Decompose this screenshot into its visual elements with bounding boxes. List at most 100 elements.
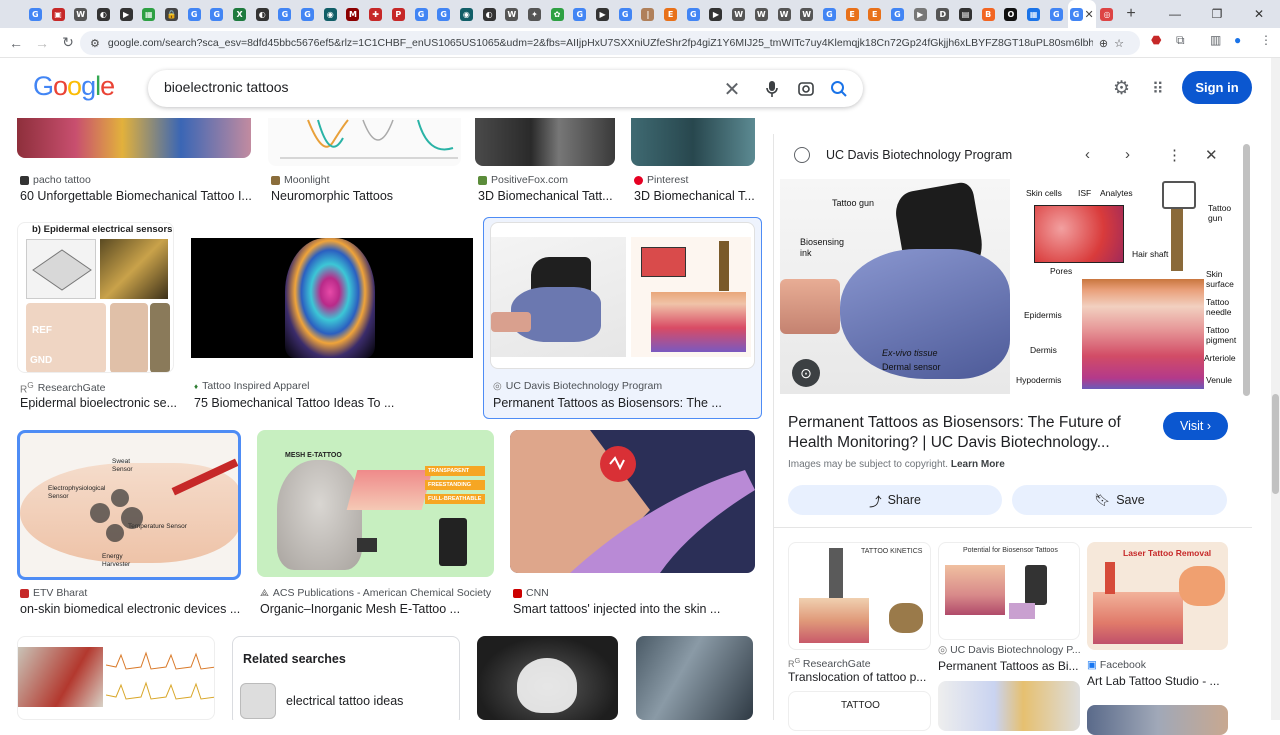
side-panel-icon[interactable]: ▥	[1210, 33, 1221, 47]
browser-tab[interactable]: G	[682, 0, 705, 28]
browser-tab[interactable]: E	[659, 0, 682, 28]
browser-tab[interactable]: W	[795, 0, 818, 28]
clear-search-icon[interactable]: ✕	[721, 78, 743, 101]
browser-tab[interactable]: P	[387, 0, 410, 28]
browser-tab[interactable]: |	[637, 0, 660, 28]
next-image-icon[interactable]: ›	[1125, 146, 1130, 163]
result-title[interactable]: 60 Unforgettable Biomechanical Tattoo I.…	[20, 189, 252, 203]
bookmark-star-icon[interactable]: ☆	[1114, 37, 1124, 50]
result-title[interactable]: 3D Biomechanical Tatt...	[478, 189, 613, 203]
browser-tab[interactable]: E	[863, 0, 886, 28]
result-thumbnail[interactable]: Sweat Sensor Electrophysiological Sensor…	[17, 430, 241, 580]
browser-tab[interactable]: M	[342, 0, 365, 28]
result-title[interactable]: Organic–Inorganic Mesh E-Tattoo ...	[260, 602, 460, 616]
result-title[interactable]: Epidermal bioelectronic se...	[20, 396, 177, 410]
settings-gear-icon[interactable]: ⚙	[1113, 77, 1130, 100]
result-thumbnail[interactable]: b) Epidermal electrical sensors REF GND	[17, 222, 174, 373]
adblock-extension-icon[interactable]: ⬣	[1151, 33, 1161, 47]
related-thumbnail[interactable]	[1087, 705, 1228, 735]
reload-icon[interactable]: ↻	[56, 34, 80, 51]
result-thumbnail[interactable]	[510, 430, 755, 573]
browser-tab[interactable]: G	[886, 0, 909, 28]
apps-grid-icon[interactable]: ⠿	[1152, 79, 1164, 99]
result-thumbnail[interactable]	[17, 636, 215, 720]
result-title[interactable]: Neuromorphic Tattoos	[271, 189, 393, 203]
page-scrollbar[interactable]	[1271, 58, 1280, 720]
browser-tab[interactable]: G	[818, 0, 841, 28]
close-panel-icon[interactable]: ✕	[1205, 146, 1218, 164]
previous-image-icon[interactable]: ‹	[1085, 146, 1090, 163]
browser-tab[interactable]: W	[727, 0, 750, 28]
browser-tab[interactable]: G	[296, 0, 319, 28]
browser-tab[interactable]: O	[1000, 0, 1023, 28]
browser-tab[interactable]: ▦	[1022, 0, 1045, 28]
panel-result-title[interactable]: Permanent Tattoos as Biosensors: The Fut…	[788, 413, 1128, 453]
browser-menu-icon[interactable]: ⋮	[1260, 33, 1272, 47]
browser-tab[interactable]: ◉	[319, 0, 342, 28]
browser-tab[interactable]: D	[932, 0, 955, 28]
result-title[interactable]: 3D Biomechanical T...	[634, 189, 755, 203]
result-title[interactable]: 75 Biomechanical Tattoo Ideas To ...	[194, 396, 394, 410]
related-thumbnail[interactable]	[938, 681, 1080, 731]
browser-tab[interactable]: ✿	[546, 0, 569, 28]
browser-tab[interactable]: G	[183, 0, 206, 28]
result-thumbnail[interactable]	[268, 118, 461, 166]
site-info-icon[interactable]: ⚙	[90, 37, 100, 50]
result-thumbnail[interactable]: MESH E-TATTOO TRANSPARENT FREESTANDING F…	[257, 430, 494, 577]
learn-more-link[interactable]: Learn More	[951, 459, 1005, 470]
browser-tab[interactable]: ▶	[591, 0, 614, 28]
related-thumbnail[interactable]: Potential for Biosensor Tattoos	[938, 542, 1080, 640]
related-title[interactable]: Permanent Tattoos as Bi...	[938, 659, 1079, 673]
related-thumbnail[interactable]: TATTOO KINETICS	[788, 542, 931, 650]
browser-tab[interactable]: W	[750, 0, 773, 28]
browser-tab[interactable]: ▣	[47, 0, 70, 28]
search-icon[interactable]	[828, 78, 850, 100]
more-options-icon[interactable]: ⋮	[1167, 146, 1182, 164]
profile-icon[interactable]: ●	[1234, 33, 1241, 47]
page-scrollbar-thumb[interactable]	[1272, 394, 1279, 494]
back-icon[interactable]: ←	[4, 35, 28, 51]
browser-tab[interactable]: G	[24, 0, 47, 28]
related-thumbnail[interactable]: Laser Tattoo Removal	[1087, 542, 1228, 650]
browser-tab[interactable]: G	[410, 0, 433, 28]
browser-tab[interactable]: ◐	[251, 0, 274, 28]
extensions-icon[interactable]: ⧉	[1176, 33, 1185, 48]
browser-tab[interactable]: ◐	[478, 0, 501, 28]
save-button[interactable]: 🔖︎ Save	[1012, 485, 1227, 515]
related-title[interactable]: Translocation of tattoo p...	[788, 670, 926, 684]
omnibox[interactable]: ⚙ google.com/search?sca_esv=8dfd45bbc567…	[80, 31, 1140, 55]
panel-hero-image[interactable]: ⊙ Tattoo gun Biosensing ink Ex-vivo tiss…	[780, 179, 1242, 394]
result-thumbnail[interactable]	[636, 636, 753, 720]
result-thumbnail[interactable]	[475, 118, 615, 166]
browser-tab[interactable]: ▦	[137, 0, 160, 28]
browser-tab[interactable]: B	[977, 0, 1000, 28]
browser-tab[interactable]: W	[69, 0, 92, 28]
search-input[interactable]: bioelectronic tattoos	[164, 79, 289, 95]
browser-tab[interactable]: G	[614, 0, 637, 28]
browser-tab[interactable]: G	[432, 0, 455, 28]
forward-icon[interactable]: →	[30, 35, 54, 51]
result-thumbnail[interactable]	[477, 636, 618, 720]
browser-tab[interactable]: ◐	[92, 0, 115, 28]
result-title[interactable]: Smart tattoos' injected into the skin ..…	[513, 602, 720, 616]
related-search-item[interactable]: electrical tattoo ideas	[286, 694, 403, 708]
result-thumbnail[interactable]	[191, 222, 473, 373]
related-search-thumbnail[interactable]	[240, 683, 276, 719]
related-title[interactable]: Art Lab Tattoo Studio - ...	[1087, 674, 1220, 688]
share-button[interactable]: ⤴ Share	[788, 485, 1002, 515]
result-thumbnail[interactable]	[17, 118, 251, 158]
browser-tab[interactable]: X	[228, 0, 251, 28]
sign-in-button[interactable]: Sign in	[1182, 71, 1252, 104]
browser-tab[interactable]: G	[1045, 0, 1068, 28]
close-window-icon[interactable]: ✕	[1238, 7, 1280, 21]
zoom-icon[interactable]: ⊕	[1099, 37, 1108, 50]
browser-tab[interactable]: ◉	[455, 0, 478, 28]
result-title[interactable]: Permanent Tattoos as Biosensors: The ...	[493, 396, 722, 410]
browser-tab[interactable]: W	[500, 0, 523, 28]
visit-button[interactable]: Visit ›	[1163, 412, 1228, 440]
close-tab-icon[interactable]: ✕	[1085, 8, 1094, 21]
browser-tab[interactable]: ◎	[1096, 0, 1119, 28]
result-thumbnail[interactable]	[490, 222, 755, 369]
browser-tab[interactable]: ✚	[364, 0, 387, 28]
search-box[interactable]: bioelectronic tattoos ✕	[148, 70, 863, 107]
